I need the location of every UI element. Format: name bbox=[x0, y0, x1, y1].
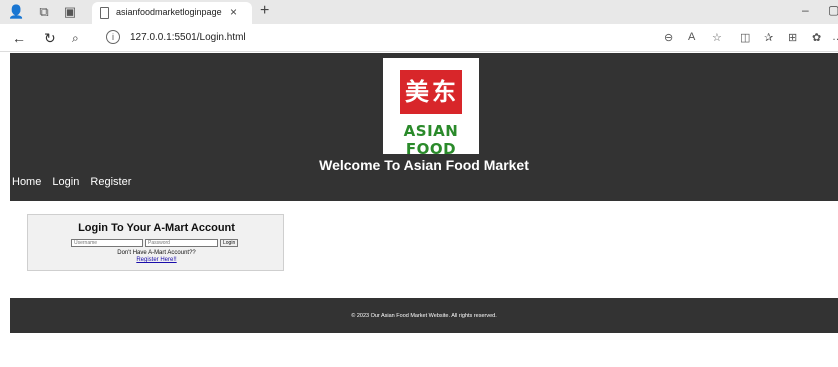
login-button[interactable]: Login bbox=[220, 239, 239, 247]
username-input[interactable]: Username bbox=[71, 239, 143, 247]
new-tab-button[interactable]: + bbox=[260, 2, 269, 20]
browser-tab-strip: 👤 ⧉ ▣ asianfoodmarketloginpage × + – ▢ bbox=[0, 0, 838, 24]
collections-icon[interactable]: ⊞ bbox=[788, 31, 797, 44]
site-logo[interactable]: 美 东 ASIAN FOOD bbox=[383, 58, 479, 158]
copilot-icon[interactable]: ✿ bbox=[812, 31, 821, 44]
logo-brand-text: ASIAN FOOD bbox=[403, 122, 459, 158]
more-icon[interactable]: … bbox=[832, 31, 838, 43]
logo-glyph: 美 bbox=[405, 77, 429, 106]
browser-tab[interactable]: asianfoodmarketloginpage × bbox=[92, 2, 252, 24]
workspaces-icon[interactable]: ⧉ bbox=[36, 4, 52, 20]
logo-glyph: 东 bbox=[432, 77, 456, 106]
refresh-icon[interactable]: ↻ bbox=[44, 30, 56, 46]
tab-actions-icon[interactable]: ▣ bbox=[62, 4, 78, 20]
site-header: 美 东 ASIAN FOOD Welcome To Asian Food Mar… bbox=[10, 53, 838, 201]
read-aloud-icon[interactable]: A bbox=[688, 31, 695, 43]
nav-register-link[interactable]: Register bbox=[90, 176, 131, 188]
nav-login-link[interactable]: Login bbox=[52, 176, 79, 188]
page-title: Welcome To Asian Food Market bbox=[319, 157, 529, 173]
site-footer: © 2023 Our Asian Food Market Website. Al… bbox=[10, 298, 838, 333]
search-icon[interactable]: ⌕ bbox=[72, 30, 79, 46]
info-icon[interactable]: i bbox=[106, 30, 120, 44]
main-nav: Home Login Register bbox=[12, 176, 139, 188]
favorites-icon[interactable]: ✰ bbox=[764, 31, 773, 44]
address-bar[interactable]: i 127.0.0.1:5501/Login.html bbox=[100, 28, 700, 48]
restore-icon[interactable]: ▢ bbox=[828, 3, 838, 17]
favorite-icon[interactable]: ☆ bbox=[712, 31, 722, 44]
nav-home-link[interactable]: Home bbox=[12, 176, 41, 188]
profile-icon[interactable]: 👤 bbox=[8, 4, 24, 20]
login-heading: Login To Your A-Mart Account bbox=[78, 222, 235, 234]
split-screen-icon[interactable]: ◫ bbox=[740, 31, 750, 44]
register-here-link[interactable]: Register Here!! bbox=[28, 257, 285, 263]
page-icon bbox=[100, 7, 109, 19]
tab-title: asianfoodmarketloginpage bbox=[116, 7, 222, 17]
url-text[interactable]: 127.0.0.1:5501/Login.html bbox=[130, 32, 246, 43]
tab-close-icon[interactable]: × bbox=[230, 5, 237, 19]
logo-mark: 美 东 bbox=[400, 70, 462, 114]
login-form: Login To Your A-Mart Account Username Pa… bbox=[27, 214, 284, 271]
password-input[interactable]: Password bbox=[145, 239, 218, 247]
browser-toolbar: ← ↻ ⌕ i 127.0.0.1:5501/Login.html ⊖ A ☆ … bbox=[0, 24, 838, 52]
copyright-text: © 2023 Our Asian Food Market Website. Al… bbox=[351, 313, 497, 319]
zoom-icon[interactable]: ⊖ bbox=[664, 31, 673, 44]
minimize-button[interactable]: – bbox=[802, 3, 809, 17]
login-fields-row: Username Password Login bbox=[71, 239, 271, 248]
no-account-text: Don't Have A-Mart Account?? bbox=[117, 250, 196, 256]
back-icon[interactable]: ← bbox=[12, 30, 26, 46]
